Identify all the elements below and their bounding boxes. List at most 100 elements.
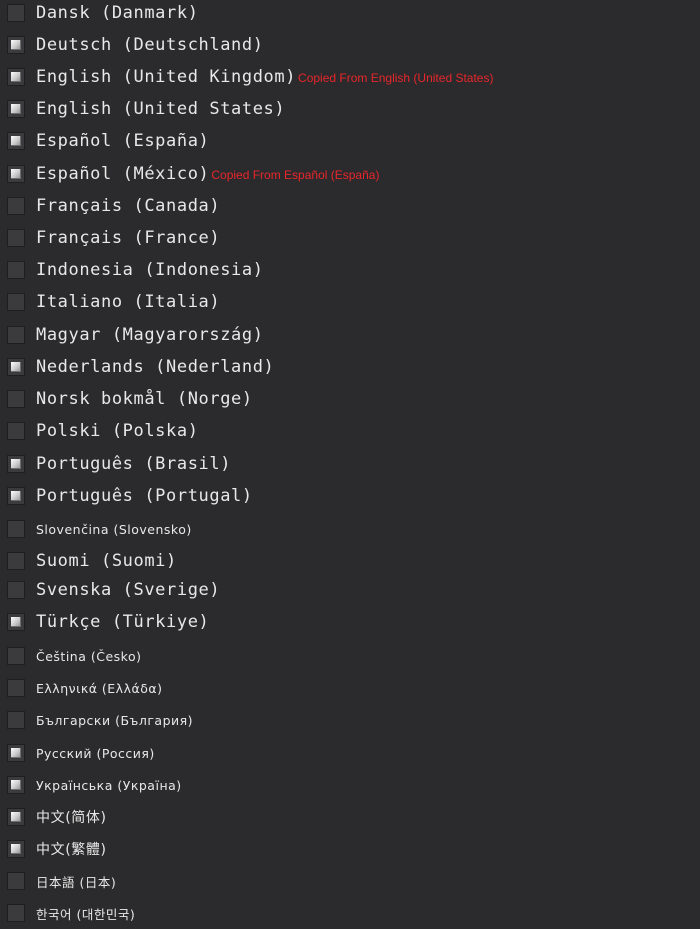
language-checkbox[interactable]	[7, 808, 25, 826]
language-row[interactable]: Svenska (Sverige)	[0, 574, 700, 606]
language-checkbox[interactable]	[7, 872, 25, 890]
language-row[interactable]: 日本語 (日本)	[0, 865, 700, 897]
language-checkbox[interactable]	[7, 744, 25, 762]
language-row[interactable]: Français (France)	[0, 222, 700, 254]
language-row[interactable]: English (United Kingdom) Copied From Engl…	[0, 61, 700, 93]
language-row[interactable]: Čeština (Česko)	[0, 640, 700, 672]
language-checkbox[interactable]	[7, 552, 25, 570]
language-checkbox[interactable]	[7, 261, 25, 279]
language-label[interactable]: 한국어 (대한민국)	[36, 904, 137, 923]
language-checkbox[interactable]	[7, 358, 25, 376]
language-name: 中文(简体)	[36, 810, 107, 826]
language-checkbox[interactable]	[7, 647, 25, 665]
language-row[interactable]: Ελληνικά (Ελλάδα)	[0, 672, 700, 704]
language-label[interactable]: English (United States)	[36, 99, 287, 119]
language-label[interactable]: Português (Portugal)	[36, 486, 255, 506]
language-label[interactable]: Русский (Россия)	[36, 746, 157, 761]
language-row[interactable]: 中文(简体)	[0, 801, 700, 833]
language-checkbox[interactable]	[7, 390, 25, 408]
language-label[interactable]: Suomi (Suomi)	[36, 551, 179, 571]
language-row[interactable]: Español (España)	[0, 125, 700, 157]
language-label[interactable]: Norsk bokmål (Norge)	[36, 389, 255, 409]
language-row[interactable]: Dansk (Danmark)	[0, 0, 700, 29]
language-label[interactable]: Nederlands (Nederland)	[36, 357, 276, 377]
language-label[interactable]: Svenska (Sverige)	[36, 580, 222, 600]
language-row[interactable]: Português (Portugal)	[0, 480, 700, 512]
language-label[interactable]: Deutsch (Deutschland)	[36, 35, 266, 55]
language-name: Türkçe (Türkiye)	[36, 612, 210, 632]
language-row[interactable]: Nederlands (Nederland)	[0, 351, 700, 383]
language-name: 中文(繁體)	[36, 842, 107, 858]
language-label[interactable]: Magyar (Magyarország)	[36, 325, 266, 345]
language-row[interactable]: Português (Brasil)	[0, 448, 700, 480]
language-row[interactable]: Indonesia (Indonesia)	[0, 254, 700, 286]
language-row[interactable]: Español (México) Copied From Español (Esp…	[0, 158, 700, 190]
language-name: Čeština (Česko)	[36, 648, 142, 664]
language-checkbox[interactable]	[7, 455, 25, 473]
language-name: Svenska (Sverige)	[36, 580, 221, 600]
language-name: Українська (Україна)	[36, 777, 182, 793]
language-label[interactable]: Türkçe (Türkiye)	[36, 612, 211, 632]
language-checkbox[interactable]	[7, 4, 25, 22]
language-name: Norsk bokmål (Norge)	[36, 389, 253, 409]
language-name: English (United States)	[36, 99, 286, 119]
language-row[interactable]: Suomi (Suomi)	[0, 545, 700, 577]
language-label[interactable]: Português (Brasil)	[36, 454, 233, 474]
language-label[interactable]: Slovenčina (Slovensko)	[36, 522, 194, 537]
language-checkbox[interactable]	[7, 776, 25, 794]
language-checkbox[interactable]	[7, 132, 25, 150]
language-row[interactable]: Türkçe (Türkiye)	[0, 606, 700, 638]
language-label[interactable]: Italiano (Italia)	[36, 292, 222, 312]
language-name: Português (Portugal)	[36, 486, 253, 506]
language-label[interactable]: Dansk (Danmark)	[36, 3, 201, 23]
language-label[interactable]: 中文(繁體)	[36, 839, 109, 859]
language-row[interactable]: Slovenčina (Slovensko)	[0, 513, 700, 545]
language-checkbox[interactable]	[7, 487, 25, 505]
language-label[interactable]: Polski (Polska)	[36, 421, 201, 441]
language-name: Español (México)	[36, 164, 210, 184]
language-label[interactable]: 日本語 (日本)	[36, 872, 118, 891]
language-name: Deutsch (Deutschland)	[36, 35, 264, 55]
language-row[interactable]: Русский (Россия)	[0, 737, 700, 769]
language-label[interactable]: Español (España)	[36, 131, 211, 151]
language-checkbox[interactable]	[7, 229, 25, 247]
language-label[interactable]: Indonesia (Indonesia)	[36, 260, 266, 280]
language-row[interactable]: Français (Canada)	[0, 190, 700, 222]
language-checkbox[interactable]	[7, 679, 25, 697]
language-checkbox[interactable]	[7, 520, 25, 538]
language-checkbox[interactable]	[7, 165, 25, 183]
language-row[interactable]: Norsk bokmål (Norge)	[0, 383, 700, 415]
language-checkbox[interactable]	[7, 711, 25, 729]
language-row[interactable]: Deutsch (Deutschland)	[0, 29, 700, 61]
language-row[interactable]: 한국어 (대한민국)	[0, 897, 700, 929]
language-checkbox[interactable]	[7, 100, 25, 118]
language-label[interactable]: Български (България)	[36, 713, 195, 728]
language-row[interactable]: Magyar (Magyarország)	[0, 319, 700, 351]
language-row[interactable]: 中文(繁體)	[0, 833, 700, 865]
language-label[interactable]: Українська (Україна)	[36, 778, 184, 793]
language-label[interactable]: Čeština (Česko)	[36, 649, 144, 664]
language-label[interactable]: Ελληνικά (Ελλάδα)	[36, 681, 164, 696]
language-checkbox[interactable]	[7, 68, 25, 86]
language-checkbox[interactable]	[7, 326, 25, 344]
language-checkbox[interactable]	[7, 581, 25, 599]
language-label[interactable]: 中文(简体)	[36, 807, 109, 827]
language-label[interactable]: Español (México) Copied From Español (Esp…	[36, 164, 379, 184]
language-label[interactable]: Français (France)	[36, 228, 222, 248]
language-row[interactable]: Italiano (Italia)	[0, 286, 700, 318]
language-row[interactable]: Български (България)	[0, 704, 700, 736]
language-checkbox[interactable]	[7, 197, 25, 215]
language-name: Suomi (Suomi)	[36, 551, 177, 571]
language-row[interactable]: English (United States)	[0, 93, 700, 125]
language-checkbox[interactable]	[7, 840, 25, 858]
language-row[interactable]: Polski (Polska)	[0, 415, 700, 447]
language-name: English (United Kingdom)	[36, 67, 297, 87]
language-label[interactable]: English (United Kingdom) Copied From Engl…	[36, 67, 493, 87]
language-checkbox[interactable]	[7, 613, 25, 631]
language-checkbox[interactable]	[7, 36, 25, 54]
language-checkbox[interactable]	[7, 422, 25, 440]
language-checkbox[interactable]	[7, 293, 25, 311]
language-row[interactable]: Українська (Україна)	[0, 769, 700, 801]
language-checkbox[interactable]	[7, 904, 25, 922]
language-label[interactable]: Français (Canada)	[36, 196, 222, 216]
